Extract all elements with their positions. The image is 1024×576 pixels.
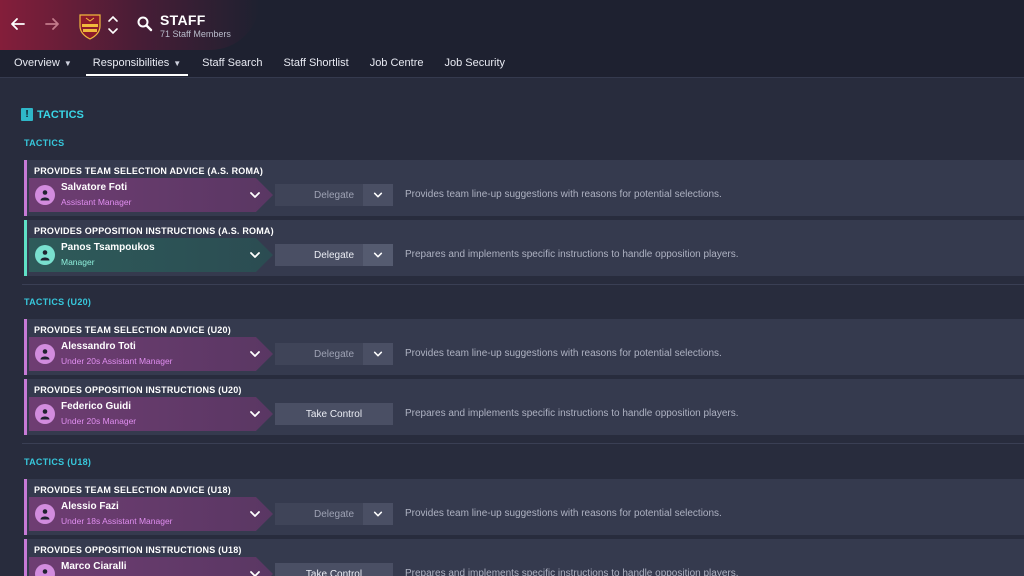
group-label: TACTICS (U18) [24, 457, 92, 467]
responsibility-row: PROVIDES OPPOSITION INSTRUCTIONS (U18) Ma… [24, 539, 1024, 576]
chevron-down-icon [249, 567, 261, 576]
staff-selector[interactable]: Salvatore Foti Assistant Manager [29, 178, 273, 212]
search-icon[interactable] [136, 15, 154, 33]
staff-selector[interactable]: Alessio Fazi Under 18s Assistant Manager [29, 497, 273, 531]
person-icon [35, 504, 55, 524]
page-title: STAFF [160, 12, 206, 28]
group-divider [22, 284, 1024, 285]
tab-label: Job Security [444, 57, 506, 69]
page-subtitle: 71 Staff Members [160, 29, 231, 39]
responsibility-title: PROVIDES TEAM SELECTION ADVICE (U20) [34, 325, 231, 335]
back-arrow-icon[interactable] [7, 13, 29, 35]
take-control-button[interactable]: Take Control [275, 563, 393, 576]
responsibility-title: PROVIDES TEAM SELECTION ADVICE (A.S. ROM… [34, 166, 264, 176]
row-accent-bar [24, 379, 27, 435]
delegate-dropdown-chevron-icon[interactable] [363, 343, 393, 365]
delegate-dropdown-chevron-icon[interactable] [363, 503, 393, 525]
person-icon [35, 404, 55, 424]
responsibility-title: PROVIDES OPPOSITION INSTRUCTIONS (U20) [34, 385, 242, 395]
staff-name: Alessio Fazi [61, 501, 119, 512]
responsibility-description: Prepares and implements specific instruc… [405, 568, 739, 576]
tab-label: Responsibilities [92, 57, 170, 69]
responsibility-row: PROVIDES TEAM SELECTION ADVICE (U20) Ales… [24, 319, 1024, 375]
tab-job-centre[interactable]: Job Centre [363, 50, 431, 76]
staff-name: Marco Ciaralli [61, 561, 127, 572]
tab-label: Staff Search [202, 57, 263, 69]
tab-staff-shortlist[interactable]: Staff Shortlist [276, 50, 355, 76]
responsibility-title: PROVIDES OPPOSITION INSTRUCTIONS (A.S. R… [34, 226, 274, 236]
delegate-dropdown-chevron-icon[interactable] [363, 184, 393, 206]
responsibility-description: Provides team line-up suggestions with r… [405, 508, 722, 519]
responsibility-title: PROVIDES OPPOSITION INSTRUCTIONS (U18) [34, 545, 242, 555]
chevron-down-icon: ▼ [63, 58, 72, 68]
chevron-down-icon [249, 248, 261, 260]
staff-role: Under 20s Manager [61, 416, 137, 426]
top-header: STAFF 71 Staff Members Overview ▼ Respon… [0, 0, 1024, 78]
chevron-down-icon: ▼ [173, 58, 182, 68]
staff-selector[interactable]: Marco Ciaralli [29, 557, 273, 576]
tab-label: Overview [14, 57, 60, 69]
tab-label: Job Centre [369, 57, 424, 69]
responsibility-row: PROVIDES OPPOSITION INSTRUCTIONS (A.S. R… [24, 220, 1024, 276]
tab-responsibilities[interactable]: Responsibilities ▼ [85, 50, 189, 76]
tab-staff-search[interactable]: Staff Search [195, 50, 269, 76]
staff-role: Under 18s Assistant Manager [61, 516, 173, 526]
group-divider [22, 443, 1024, 444]
responsibility-row: PROVIDES OPPOSITION INSTRUCTIONS (U20) Fe… [24, 379, 1024, 435]
row-accent-bar [24, 539, 27, 576]
group-label: TACTICS (U20) [24, 297, 92, 307]
club-crest-icon[interactable] [78, 12, 102, 40]
group-label: TACTICS [24, 138, 65, 148]
take-control-button[interactable]: Take Control [275, 403, 393, 425]
person-icon [35, 564, 55, 576]
club-switch-chevrons-icon[interactable] [107, 13, 119, 37]
staff-selector[interactable]: Panos Tsampoukos Manager [29, 238, 273, 272]
chevron-down-icon [249, 507, 261, 519]
delegate-dropdown-chevron-icon[interactable] [363, 244, 393, 266]
staff-name: Federico Guidi [61, 401, 132, 412]
person-icon [35, 245, 55, 265]
section-title: TACTICS [37, 108, 84, 121]
tab-job-security[interactable]: Job Security [438, 50, 513, 76]
staff-role: Under 20s Assistant Manager [61, 356, 173, 366]
club-color-glow [0, 0, 260, 50]
chevron-down-icon [249, 347, 261, 359]
staff-name: Panos Tsampoukos [61, 242, 155, 253]
responsibility-description: Prepares and implements specific instruc… [405, 408, 739, 419]
responsibility-row: PROVIDES TEAM SELECTION ADVICE (U18) Ales… [24, 479, 1024, 535]
responsibility-description: Prepares and implements specific instruc… [405, 249, 739, 260]
row-accent-bar [24, 160, 27, 216]
tab-overview[interactable]: Overview ▼ [7, 50, 79, 76]
staff-selector[interactable]: Alessandro Toti Under 20s Assistant Manag… [29, 337, 273, 371]
responsibility-title: PROVIDES TEAM SELECTION ADVICE (U18) [34, 485, 231, 495]
person-icon [35, 344, 55, 364]
tab-bar: Overview ▼ Responsibilities ▼ Staff Sear… [0, 50, 512, 76]
staff-selector[interactable]: Federico Guidi Under 20s Manager [29, 397, 273, 431]
responsibility-description: Provides team line-up suggestions with r… [405, 348, 722, 359]
row-accent-bar [24, 319, 27, 375]
staff-name: Salvatore Foti [61, 182, 128, 193]
person-icon [35, 185, 55, 205]
chevron-down-icon [249, 407, 261, 419]
forward-arrow-icon[interactable] [41, 13, 63, 35]
exclamation-icon: ! [21, 108, 33, 121]
tab-label: Staff Shortlist [283, 57, 349, 69]
staff-name: Alessandro Toti [61, 341, 136, 352]
chevron-down-icon [249, 188, 261, 200]
staff-role: Manager [61, 257, 95, 267]
row-accent-bar [24, 479, 27, 535]
responsibility-row: PROVIDES TEAM SELECTION ADVICE (A.S. ROM… [24, 160, 1024, 216]
main-content: ! TACTICS TACTICS PROVIDES TEAM SELECTION… [0, 78, 1024, 576]
section-heading: ! TACTICS [21, 108, 84, 121]
responsibility-description: Provides team line-up suggestions with r… [405, 189, 722, 200]
row-accent-bar [24, 220, 27, 276]
staff-role: Assistant Manager [61, 197, 132, 207]
